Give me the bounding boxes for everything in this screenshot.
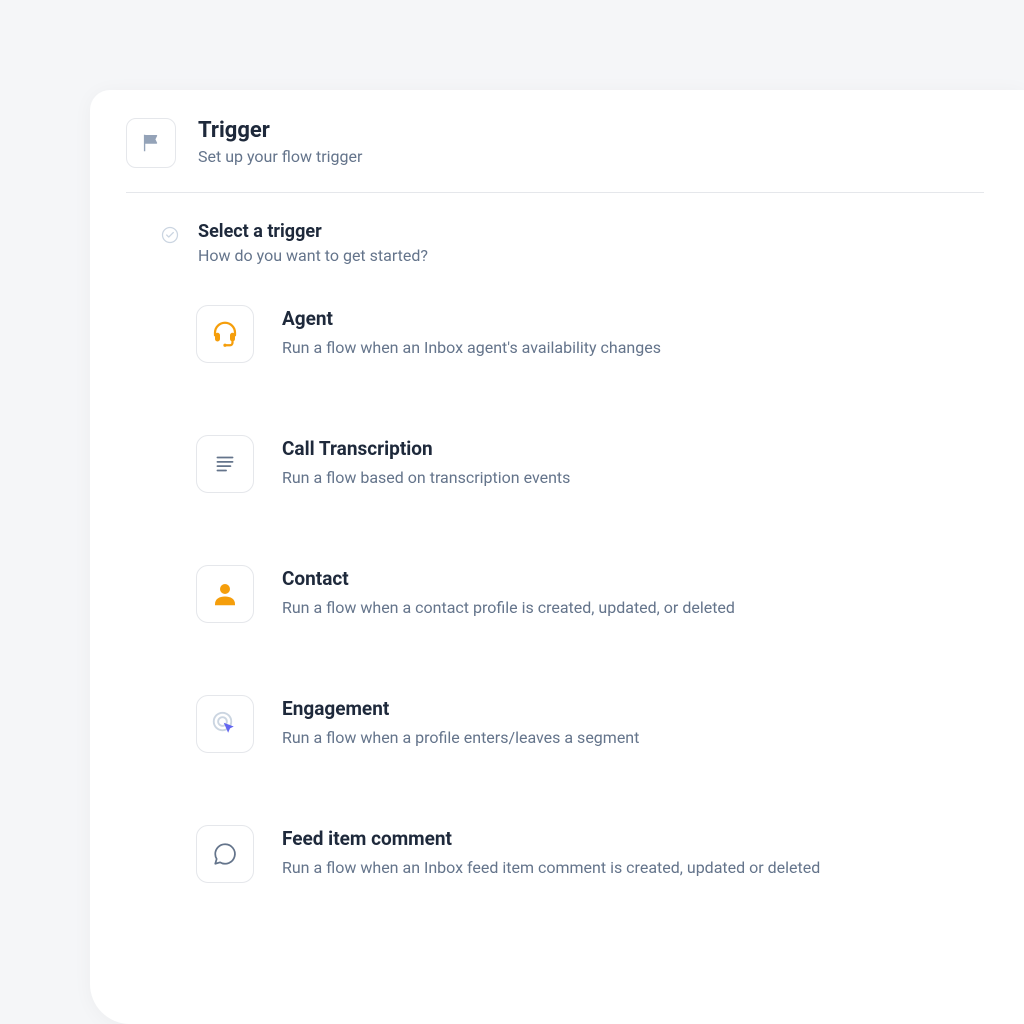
option-icon-box: [196, 435, 254, 493]
option-icon-box: [196, 695, 254, 753]
header-subtitle: Set up your flow trigger: [198, 147, 984, 166]
option-title: Feed item comment: [282, 827, 984, 850]
trigger-option-contact[interactable]: Contact Run a flow when a contact profil…: [196, 565, 984, 623]
option-desc: Run a flow when a contact profile is cre…: [282, 596, 984, 620]
option-title: Contact: [282, 567, 984, 590]
option-text: Feed item comment Run a flow when an Inb…: [282, 825, 984, 880]
header-text: Trigger Set up your flow trigger: [198, 118, 984, 166]
option-icon-box: [196, 565, 254, 623]
outer-container: Trigger Set up your flow trigger Select …: [0, 0, 1024, 1024]
transcript-icon: [212, 451, 238, 477]
trigger-panel: Trigger Set up your flow trigger Select …: [90, 90, 1024, 1024]
headset-icon: [210, 319, 240, 349]
person-icon: [210, 579, 240, 609]
flag-icon-box: [126, 118, 176, 168]
option-text: Contact Run a flow when a contact profil…: [282, 565, 984, 620]
trigger-option-agent[interactable]: Agent Run a flow when an Inbox agent's a…: [196, 305, 984, 363]
option-title: Call Transcription: [282, 437, 984, 460]
flag-icon: [140, 132, 162, 154]
option-desc: Run a flow when a profile enters/leaves …: [282, 726, 984, 750]
section-header-text: Select a trigger How do you want to get …: [198, 221, 428, 265]
option-icon-box: [196, 305, 254, 363]
option-desc: Run a flow based on transcription events: [282, 466, 984, 490]
option-desc: Run a flow when an Inbox feed item comme…: [282, 856, 984, 880]
option-title: Engagement: [282, 697, 984, 720]
panel-header: Trigger Set up your flow trigger: [126, 118, 984, 193]
option-desc: Run a flow when an Inbox agent's availab…: [282, 336, 984, 360]
trigger-options: Agent Run a flow when an Inbox agent's a…: [196, 305, 984, 883]
option-text: Agent Run a flow when an Inbox agent's a…: [282, 305, 984, 360]
option-text: Call Transcription Run a flow based on t…: [282, 435, 984, 490]
section-header: Select a trigger How do you want to get …: [160, 221, 984, 265]
trigger-option-feed-item-comment[interactable]: Feed item comment Run a flow when an Inb…: [196, 825, 984, 883]
option-icon-box: [196, 825, 254, 883]
check-circle-icon: [160, 225, 180, 245]
trigger-option-engagement[interactable]: Engagement Run a flow when a profile ent…: [196, 695, 984, 753]
option-title: Agent: [282, 307, 984, 330]
header-title: Trigger: [198, 118, 984, 143]
cursor-target-icon: [210, 709, 240, 739]
trigger-option-call-transcription[interactable]: Call Transcription Run a flow based on t…: [196, 435, 984, 493]
select-trigger-section: Select a trigger How do you want to get …: [202, 221, 984, 883]
section-subtitle: How do you want to get started?: [198, 246, 428, 265]
comment-icon: [212, 841, 238, 867]
option-text: Engagement Run a flow when a profile ent…: [282, 695, 984, 750]
section-title: Select a trigger: [198, 221, 428, 242]
